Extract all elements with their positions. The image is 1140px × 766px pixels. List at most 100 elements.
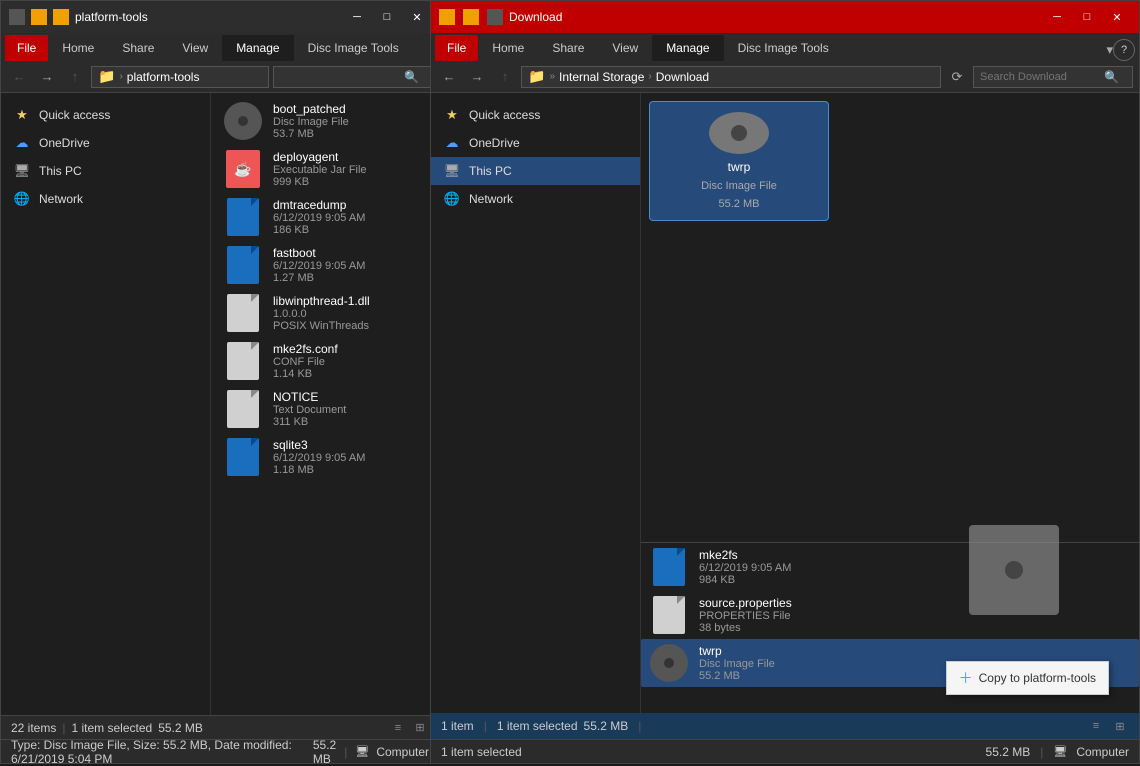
right-window-controls: ─ □ ✕ — [1043, 3, 1131, 31]
left-back-button[interactable]: ← — [7, 65, 31, 89]
left-tab-manage[interactable]: Manage — [222, 35, 293, 61]
left-ribbon-tabs: File Home Share View Manage Disc Image T… — [1, 33, 439, 61]
left-view-list-icon[interactable]: ≡ — [389, 719, 407, 737]
drag-ghost — [969, 525, 1059, 615]
right-maximize-button[interactable]: □ — [1073, 3, 1101, 31]
left-up-button[interactable]: ↑ — [63, 65, 87, 89]
table-row[interactable]: mke2fs 6/12/2019 9:05 AM 984 KB — [641, 543, 1139, 591]
copy-tooltip-icon: ＋ — [959, 668, 973, 688]
file-info-mke2fs-conf: mke2fs.conf CONF File 1.14 KB — [273, 342, 427, 380]
left-sidebar-item-quick-access[interactable]: ★ Quick access — [1, 101, 210, 129]
table-row[interactable]: fastboot 6/12/2019 9:05 AM 1.27 MB — [215, 241, 435, 289]
left-sidebar-item-onedrive[interactable]: ☁ OneDrive — [1, 129, 210, 157]
right-minimize-button[interactable]: ─ — [1043, 3, 1071, 31]
left-address-input[interactable]: 📁 › platform-tools — [91, 66, 269, 88]
disc-icon — [224, 102, 262, 140]
right-view-detail-icon[interactable]: ⊞ — [1111, 717, 1129, 735]
right-tab-home[interactable]: Home — [478, 35, 538, 61]
right-onedrive-icon: ☁ — [443, 134, 461, 152]
right-tab-disc-image-tools[interactable]: Disc Image Tools — [724, 35, 843, 61]
table-row[interactable]: mke2fs.conf CONF File 1.14 KB — [215, 337, 435, 385]
left-window-icon2 — [31, 9, 47, 25]
right-tab-manage[interactable]: Manage — [652, 35, 723, 61]
table-row[interactable]: boot_patched Disc Image File 53.7 MB — [215, 97, 435, 145]
right-up-button[interactable]: ↑ — [493, 65, 517, 89]
right-address-internal: Internal Storage — [559, 70, 644, 84]
overlay-sep1: | — [484, 719, 487, 733]
left-tab-home[interactable]: Home — [48, 35, 108, 61]
right-search-icon: 🔍 — [1104, 70, 1119, 84]
table-row[interactable]: source.properties PROPERTIES File 38 byt… — [641, 591, 1139, 639]
file-meta-notice: Text Document 311 KB — [273, 404, 427, 428]
left-onedrive-label: OneDrive — [39, 136, 90, 150]
left-address-chevron: › — [119, 71, 122, 82]
right-forward-button[interactable]: → — [465, 65, 489, 89]
left-view-detail-icon[interactable]: ⊞ — [411, 719, 429, 737]
right-sidebar-item-this-pc[interactable]: 🖥 This PC — [431, 157, 640, 185]
file-icon-mke2fs — [649, 547, 689, 587]
table-row[interactable]: sqlite3 6/12/2019 9:05 AM 1.18 MB — [215, 433, 435, 481]
left-tab-share[interactable]: Share — [108, 35, 168, 61]
left-status-divider1: | — [62, 721, 65, 735]
table-row[interactable]: libwinpthread-1.dll 1.0.0.0 POSIX WinThr… — [215, 289, 435, 337]
right-file-area: twrp Disc Image File 55.2 MB mke2fs 6/12… — [641, 93, 1139, 735]
left-window-controls: ─ □ ✕ — [343, 3, 431, 31]
right-search-input[interactable] — [980, 71, 1100, 83]
left-tab-disc-image-tools[interactable]: Disc Image Tools — [294, 35, 413, 61]
file-info-libwinpthread: libwinpthread-1.dll 1.0.0.0 POSIX WinThr… — [273, 294, 427, 332]
right-view-controls: ≡ ⊞ — [1087, 717, 1129, 735]
left-window-icon1 — [9, 9, 25, 25]
file-icon-boot-patched — [223, 101, 263, 141]
table-row[interactable]: NOTICE Text Document 311 KB — [215, 385, 435, 433]
right-tab-share[interactable]: Share — [538, 35, 598, 61]
right-tab-view[interactable]: View — [598, 35, 652, 61]
right-sidebar-item-onedrive[interactable]: ☁ OneDrive — [431, 129, 640, 157]
right-sidebar-item-quick-access[interactable]: ★ Quick access — [431, 101, 640, 129]
file-meta-boot-patched: Disc Image File 53.7 MB — [273, 116, 427, 140]
left-window: platform-tools ─ □ ✕ File Home Share Vie… — [0, 0, 440, 764]
left-type-bar-right: 55.2 MB | 🖥 Computer — [313, 738, 429, 766]
file-icon-libwinpthread — [223, 293, 263, 333]
right-window-icon1 — [439, 9, 455, 25]
left-title-icons — [9, 9, 69, 25]
file-info-dmtracedump: dmtracedump 6/12/2019 9:05 AM 186 KB — [273, 198, 427, 236]
left-sidebar-item-this-pc[interactable]: 🖥 This PC — [1, 157, 210, 185]
left-minimize-button[interactable]: ─ — [343, 3, 371, 31]
left-size-right: 55.2 MB — [313, 738, 336, 766]
right-back-button[interactable]: ← — [437, 65, 461, 89]
file-meta-mke2fs: 6/12/2019 9:05 AM 984 KB — [699, 562, 1131, 586]
file-icon-sqlite3 — [223, 437, 263, 477]
left-sidebar: ★ Quick access ☁ OneDrive 🖥 This PC 🌐 Ne… — [1, 93, 211, 735]
right-address-separator: » — [549, 71, 555, 82]
large-file-type-twrp: Disc Image File — [701, 180, 777, 192]
left-search-box[interactable]: 🔍 — [273, 66, 433, 88]
right-close-button[interactable]: ✕ — [1103, 3, 1131, 31]
table-row[interactable]: dmtracedump 6/12/2019 9:05 AM 186 KB — [215, 193, 435, 241]
left-tab-view[interactable]: View — [168, 35, 222, 61]
right-address-chevron2: › — [648, 71, 651, 82]
right-address-input[interactable]: 📁 » Internal Storage › Download — [521, 66, 941, 88]
left-sidebar-item-network[interactable]: 🌐 Network — [1, 185, 210, 213]
file-name-libwinpthread: libwinpthread-1.dll — [273, 294, 427, 308]
file-name-boot-patched: boot_patched — [273, 102, 427, 116]
right-search-box[interactable]: 🔍 — [973, 66, 1133, 88]
right-window-icon3 — [487, 9, 503, 25]
left-search-input[interactable] — [280, 71, 400, 83]
file-meta-source-properties: PROPERTIES File 38 bytes — [699, 610, 1131, 634]
left-close-button[interactable]: ✕ — [403, 3, 431, 31]
help-button[interactable]: ? — [1113, 39, 1135, 61]
left-tab-file[interactable]: File — [5, 35, 48, 61]
large-file-name-twrp: twrp — [728, 160, 751, 174]
right-tab-file[interactable]: File — [435, 35, 478, 61]
table-row[interactable]: ☕ deployagent Executable Jar File 999 KB — [215, 145, 435, 193]
large-file-item-twrp[interactable]: twrp Disc Image File 55.2 MB — [649, 101, 829, 221]
right-refresh-button[interactable]: ⟳ — [945, 65, 969, 89]
white-file-icon-lib — [227, 294, 259, 332]
right-sidebar-item-network[interactable]: 🌐 Network — [431, 185, 640, 213]
file-meta-deployagent: Executable Jar File 999 KB — [273, 164, 427, 188]
left-title-bar: platform-tools ─ □ ✕ — [1, 1, 439, 33]
left-type-info: Type: Disc Image File, Size: 55.2 MB, Da… — [11, 738, 313, 766]
right-view-list-icon[interactable]: ≡ — [1087, 717, 1105, 735]
left-maximize-button[interactable]: □ — [373, 3, 401, 31]
left-forward-button[interactable]: → — [35, 65, 59, 89]
